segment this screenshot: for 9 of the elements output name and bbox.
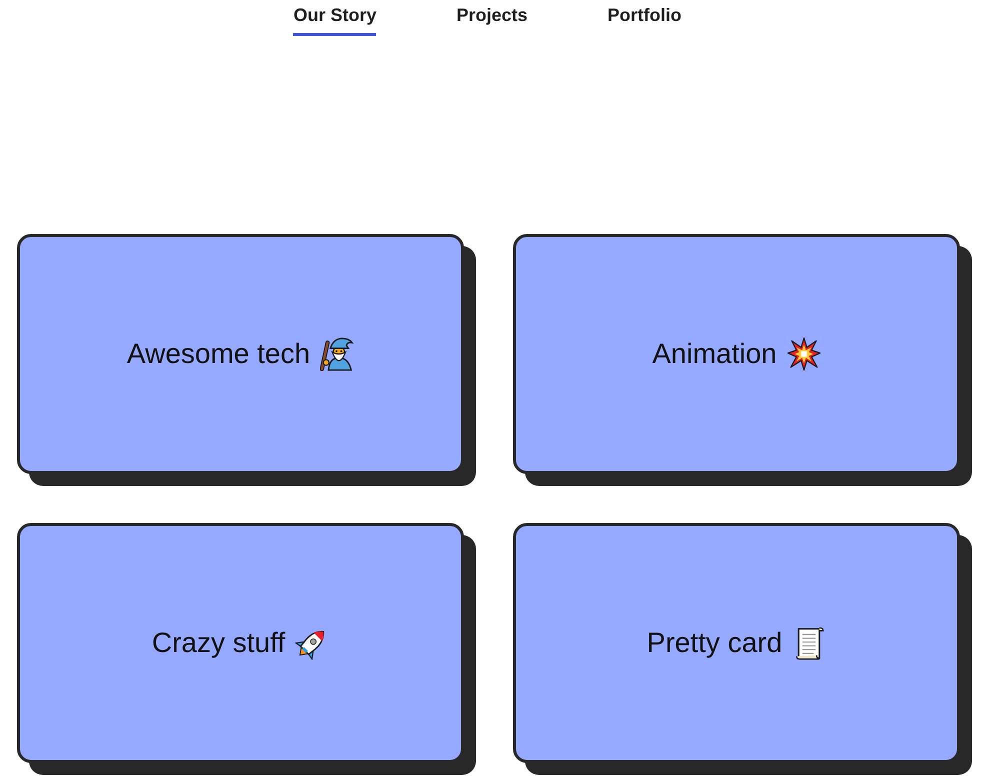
- nav-tab[interactable]: Our Story: [293, 3, 376, 36]
- card-title: Awesome tech: [126, 338, 310, 370]
- card-title: Pretty card: [646, 627, 782, 659]
- wizard-icon: [320, 337, 354, 371]
- nav-tab[interactable]: Portfolio: [608, 3, 682, 36]
- explosion-icon: [786, 337, 821, 371]
- nav-tab[interactable]: Projects: [456, 3, 528, 36]
- card-title: Crazy stuff: [152, 627, 286, 659]
- card-title: Animation: [652, 338, 777, 370]
